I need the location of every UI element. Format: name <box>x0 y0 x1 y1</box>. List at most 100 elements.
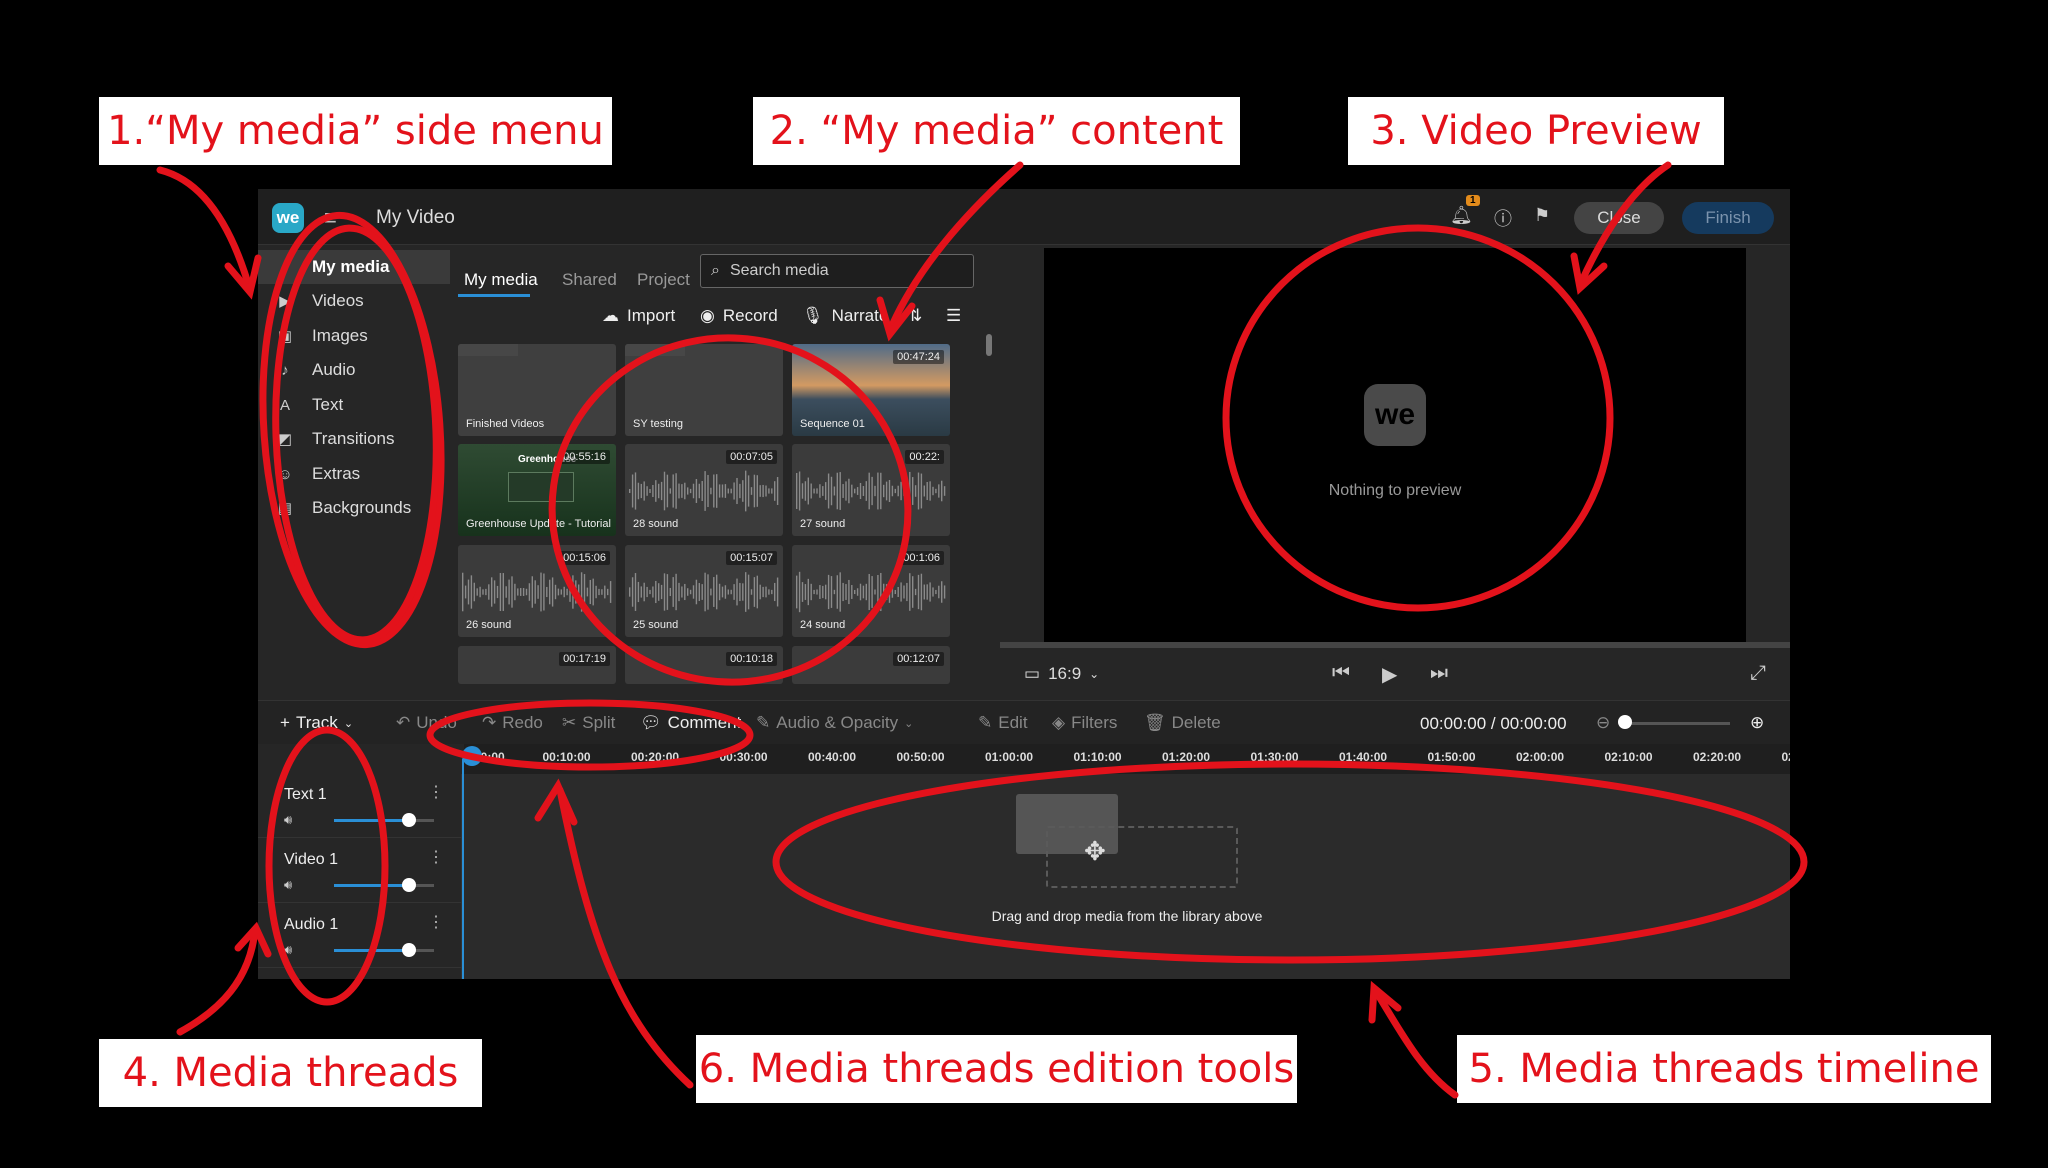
volume-icon[interactable]: 🔊︎ <box>284 877 292 893</box>
hamburger-menu-icon[interactable]: ≡ <box>324 205 337 231</box>
volume-slider[interactable] <box>334 878 434 892</box>
fullscreen-icon[interactable]: ⤢ <box>1750 662 1766 685</box>
media-tile-video[interactable]: 00:47:24 Sequence 01 <box>792 344 950 436</box>
play-icon[interactable]: ▶ <box>1382 662 1397 687</box>
sidebar-item-my-media[interactable]: ▪ My media <box>258 250 450 284</box>
waveform-bar <box>888 581 891 603</box>
zoom-slider-knob[interactable] <box>1618 715 1632 729</box>
track-audio-1[interactable]: Audio 1 ⋮ 🔊︎ <box>258 904 462 968</box>
waveform-bar <box>813 589 815 595</box>
waveform-bar <box>804 481 807 501</box>
record-button[interactable]: ◉ Record <box>700 306 778 326</box>
media-tile-audio[interactable]: 00:22: 27 sound <box>792 444 950 536</box>
sidebar-item-audio[interactable]: ♪ Audio <box>258 353 450 387</box>
volume-knob[interactable] <box>402 943 416 957</box>
waveform-bar <box>695 479 698 503</box>
waveform-bar <box>663 471 666 511</box>
add-track-button[interactable]: + Track ⌄ <box>280 713 353 733</box>
media-tile-audio[interactable]: 00:12:07 <box>792 646 950 684</box>
skip-forward-icon[interactable]: ⏭ <box>1430 662 1448 685</box>
undo-button[interactable]: ↶ Undo <box>396 713 457 733</box>
media-tile-audio[interactable]: 00:15:07 25 sound <box>625 545 783 637</box>
waveform-bar <box>756 575 758 609</box>
media-tile-folder[interactable]: Finished Videos <box>458 344 616 436</box>
media-tile-video[interactable]: Greenhouse 00:55:16 Greenhouse Update - T… <box>458 444 616 536</box>
media-tile-audio[interactable]: 00:17:19 <box>458 646 616 684</box>
more-options-icon[interactable]: ⋮ <box>428 847 444 867</box>
media-threads-timeline[interactable]: ✥ Drag and drop media from the library a… <box>464 774 1790 979</box>
volume-knob[interactable] <box>402 878 416 892</box>
sort-icon[interactable]: ⇅ <box>908 306 922 326</box>
waveform-bar <box>833 486 836 496</box>
bell-icon[interactable]: 🔔︎ <box>1450 205 1473 226</box>
narrate-button[interactable]: 🎙︎ Narrate <box>802 306 888 326</box>
waveform-bar <box>537 585 539 599</box>
close-button[interactable]: Close <box>1574 202 1664 234</box>
playhead-line[interactable] <box>462 759 464 979</box>
preview-progress-bar[interactable] <box>1000 642 1790 648</box>
playhead[interactable] <box>462 746 482 766</box>
more-options-icon[interactable]: ⋮ <box>428 782 444 802</box>
zoom-slider[interactable] <box>1620 722 1730 725</box>
media-tile-folder[interactable]: SY testing <box>625 344 783 436</box>
sidebar-item-videos[interactable]: ▶ Videos <box>258 284 450 318</box>
waveform-bar <box>854 589 856 595</box>
track-text-1[interactable]: Text 1 ⋮ 🔊︎ <box>258 774 462 838</box>
waveform-bar <box>798 571 801 613</box>
waveform-bar <box>563 586 565 598</box>
filter-icon[interactable]: ☰ <box>946 306 961 326</box>
waveform-bar <box>848 478 850 504</box>
waveform-icon <box>796 471 946 511</box>
announcement-icon[interactable]: ⚑ <box>1534 205 1550 226</box>
zoom-out-icon[interactable]: ⊖ <box>1596 713 1610 733</box>
waveform-bar <box>822 486 824 496</box>
sidebar-item-images[interactable]: ▣ Images <box>258 319 450 353</box>
waveform-bar <box>885 584 888 600</box>
volume-slider[interactable] <box>334 813 434 827</box>
edit-button[interactable]: ✎ Edit <box>978 713 1028 733</box>
waveform-bar <box>473 582 475 602</box>
volume-slider[interactable] <box>334 943 434 957</box>
waveform-bar <box>721 586 724 598</box>
sidebar-item-transitions[interactable]: ◩ Transitions <box>258 422 450 456</box>
volume-knob[interactable] <box>402 813 416 827</box>
media-tile-audio[interactable]: 00:15:06 26 sound <box>458 545 616 637</box>
help-icon[interactable]: ⓘ <box>1494 205 1512 231</box>
media-scrollbar[interactable] <box>986 334 992 356</box>
audio-opacity-button[interactable]: ✎ Audio & Opacity ⌄ <box>756 713 913 733</box>
tab-project[interactable]: Project <box>637 270 690 290</box>
media-tile-audio[interactable]: 00:10:18 <box>625 646 783 684</box>
track-video-1[interactable]: Video 1 ⋮ 🔊︎ <box>258 839 462 903</box>
tile-label: Greenhouse Update - Tutorial <box>466 518 611 530</box>
sidebar-item-backgrounds[interactable]: ▤ Backgrounds <box>258 491 450 525</box>
drop-zone[interactable] <box>1046 826 1238 888</box>
waveform-bar <box>672 577 674 607</box>
media-tile-audio[interactable]: 00:1:06 24 sound <box>792 545 950 637</box>
sidebar-item-label: Extras <box>312 464 361 483</box>
delete-button[interactable]: 🗑︎ Delete <box>1144 713 1221 733</box>
filters-button[interactable]: ◈ Filters <box>1052 713 1117 733</box>
zoom-in-icon[interactable]: ⊕ <box>1750 713 1764 733</box>
split-button[interactable]: ✂ Split <box>562 713 615 733</box>
volume-icon[interactable]: 🔊︎ <box>284 942 292 958</box>
waveform-bar <box>522 588 525 596</box>
sidebar-item-text[interactable]: A Text <box>258 388 450 422</box>
aspect-ratio-select[interactable]: ▭ 16:9 ⌄ <box>1024 664 1099 684</box>
timeline-ruler[interactable]: 00:00 00:10:00 00:20:00 00:30:00 00:40:00 00:… <box>464 744 1790 774</box>
video-title[interactable]: My Video <box>376 207 455 229</box>
tab-my-media[interactable]: My media <box>464 270 538 290</box>
sidebar-item-extras[interactable]: ☺ Extras <box>258 457 450 491</box>
waveform-bar <box>549 579 551 605</box>
volume-icon[interactable]: 🔊︎ <box>284 812 292 828</box>
media-tile-audio[interactable]: 00:07:05 28 sound <box>625 444 783 536</box>
comment-button[interactable]: 💬︎ Comment <box>640 713 741 733</box>
waveform-bar <box>923 584 925 600</box>
tab-shared[interactable]: Shared <box>562 270 617 290</box>
redo-button[interactable]: ↷ Redo <box>482 713 543 733</box>
search-media-input[interactable]: ⌕ Search media <box>700 254 974 288</box>
import-button[interactable]: ☁ Import <box>602 306 675 326</box>
more-options-icon[interactable]: ⋮ <box>428 912 444 932</box>
waveform-bar <box>750 589 753 595</box>
finish-button[interactable]: Finish <box>1682 202 1774 234</box>
skip-back-icon[interactable]: ⏮ <box>1332 662 1350 685</box>
